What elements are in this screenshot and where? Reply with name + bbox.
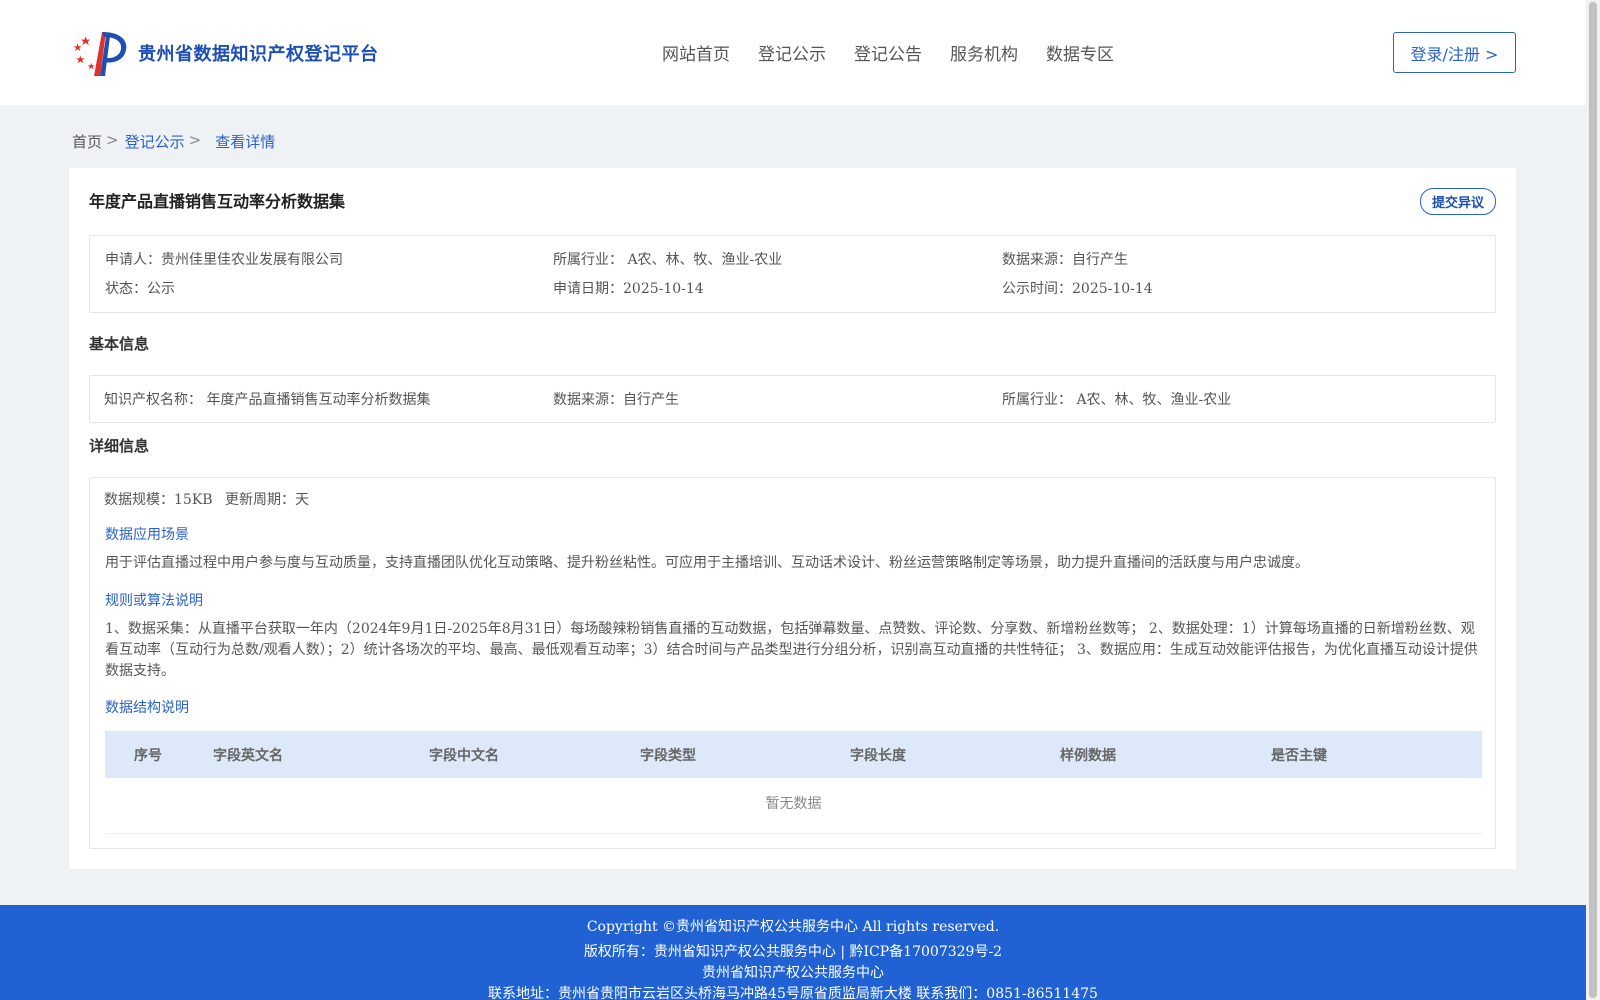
ip-name: 知识产权名称： 年度产品直播销售互动率分析数据集	[104, 392, 431, 408]
login-register-button[interactable]: 登录/注册 >	[1393, 32, 1516, 73]
rules-heading: 规则或算法说明	[105, 593, 203, 609]
footer-org: 贵州省知识产权公共服务中心	[702, 965, 884, 981]
empty-table-message: 暂无数据	[765, 796, 822, 812]
scenario-heading: 数据应用场景	[105, 527, 189, 543]
structure-heading: 数据结构说明	[105, 700, 189, 716]
table-divider	[105, 833, 1482, 834]
status: 状态：公示	[105, 281, 175, 297]
site-title: 贵州省数据知识产权登记平台	[138, 44, 379, 65]
data-source: 数据来源：自行产生	[1002, 252, 1128, 268]
rules-text: 1、数据采集：从直播平台获取一年内（2024年9月1日-2025年8月31日）每…	[105, 621, 1478, 679]
structure-table-header: 序号 字段英文名 字段中文名 字段类型 字段长度 样例数据 是否主键	[105, 731, 1482, 778]
basic-info-heading: 基本信息	[89, 335, 150, 353]
footer-copyright: Copyright ©贵州省知识产权公共服务中心 All rights rese…	[586, 919, 1000, 935]
basic-industry: 所属行业： A农、林、牧、渔业-农业	[1002, 392, 1232, 408]
breadcrumb-current: 查看详情	[215, 133, 276, 151]
footer-rights: 版权所有：贵州省知识产权公共服务中心 | 黔ICP备17007329号-2	[583, 944, 1003, 960]
data-scale: 数据规模：15KB	[104, 492, 213, 508]
main-nav: 网站首页 登记公示 登记公告 服务机构 数据专区	[662, 40, 1142, 65]
site-footer: Copyright ©贵州省知识产权公共服务中心 All rights rese…	[0, 905, 1586, 1000]
nav-data-zone[interactable]: 数据专区	[1046, 40, 1114, 65]
col-length: 字段长度	[850, 748, 906, 764]
col-index: 序号	[134, 748, 162, 764]
detail-card: 年度产品直播销售互动率分析数据集 提交异议 申请人：贵州佳里佳农业发展有限公司 …	[69, 168, 1516, 869]
scrollbar-thumb[interactable]	[1589, 2, 1597, 998]
industry: 所属行业： A农、林、牧、渔业-农业	[553, 252, 783, 268]
update-cycle: 更新周期：天	[225, 492, 309, 508]
submit-objection-button[interactable]: 提交异议	[1420, 188, 1496, 215]
col-type: 字段类型	[640, 748, 696, 764]
basic-data-source: 数据来源：自行产生	[553, 392, 679, 408]
breadcrumb: 首页 > 登记公示 > 查看详情	[72, 131, 275, 152]
apply-date: 申请日期：2025-10-14	[553, 281, 704, 297]
col-chinese-name: 字段中文名	[429, 748, 499, 764]
footer-contact: 联系地址：贵州省贵阳市云岩区头桥海马冲路45号原省质监局新大楼 联系我们：085…	[488, 986, 1098, 1000]
scenario-text: 用于评估直播过程中用户参与度与互动质量，支持直播团队优化互动策略、提升粉丝粘性。…	[105, 555, 1309, 571]
nav-service-agencies[interactable]: 服务机构	[950, 40, 1018, 65]
breadcrumb-separator: >	[188, 131, 202, 149]
applicant: 申请人：贵州佳里佳农业发展有限公司	[105, 252, 343, 268]
nav-home[interactable]: 网站首页	[662, 40, 730, 65]
nav-registration-publicity[interactable]: 登记公示	[758, 40, 826, 65]
site-logo[interactable]: 贵州省数据知识产权登记平台	[72, 28, 379, 78]
col-sample: 样例数据	[1060, 748, 1116, 764]
dataset-title: 年度产品直播销售互动率分析数据集	[89, 192, 346, 211]
detail-info-heading: 详细信息	[89, 437, 150, 455]
breadcrumb-separator: >	[106, 131, 119, 149]
publish-date: 公示时间：2025-10-14	[1002, 281, 1153, 297]
detail-info-box: 数据规模：15KB 更新周期：天 数据应用场景 用于评估直播过程中用户参与度与互…	[89, 477, 1496, 849]
breadcrumb-home[interactable]: 首页	[72, 131, 102, 152]
basic-info-box: 知识产权名称： 年度产品直播销售互动率分析数据集 数据来源：自行产生 所属行业：…	[89, 375, 1496, 423]
site-header: 贵州省数据知识产权登记平台 网站首页 登记公示 登记公告 服务机构 数据专区 登…	[0, 0, 1586, 105]
col-english-name: 字段英文名	[213, 748, 283, 764]
col-primary-key: 是否主键	[1271, 748, 1327, 764]
page: 贵州省数据知识产权登记平台 网站首页 登记公示 登记公告 服务机构 数据专区 登…	[0, 0, 1586, 1000]
breadcrumb-publicity[interactable]: 登记公示	[125, 131, 185, 152]
summary-box: 申请人：贵州佳里佳农业发展有限公司 所属行业： A农、林、牧、渔业-农业 数据来…	[89, 235, 1496, 313]
ip-logo-icon	[73, 32, 127, 76]
nav-registration-announcement[interactable]: 登记公告	[854, 40, 922, 65]
page-scrollbar[interactable]	[1586, 0, 1600, 1000]
